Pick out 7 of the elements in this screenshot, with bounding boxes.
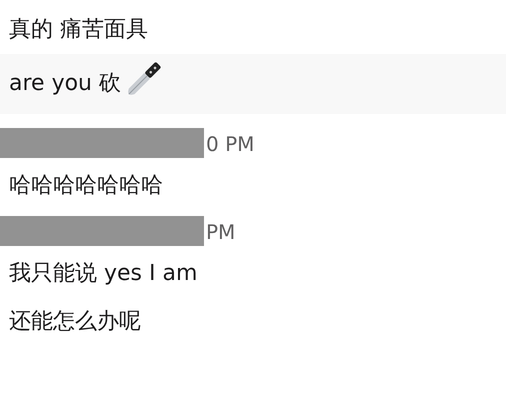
message-text: 真的 痛苦面具 <box>9 16 148 44</box>
message-time: 0 PM <box>206 132 254 156</box>
message-text: 哈哈哈哈哈哈哈 <box>9 172 163 200</box>
message-time: PM <box>206 220 236 244</box>
message-text: are you 砍 <box>9 70 121 98</box>
message-text: 我只能说 yes I am <box>9 260 198 288</box>
message-text: 还能怎么办呢 <box>9 308 141 336</box>
